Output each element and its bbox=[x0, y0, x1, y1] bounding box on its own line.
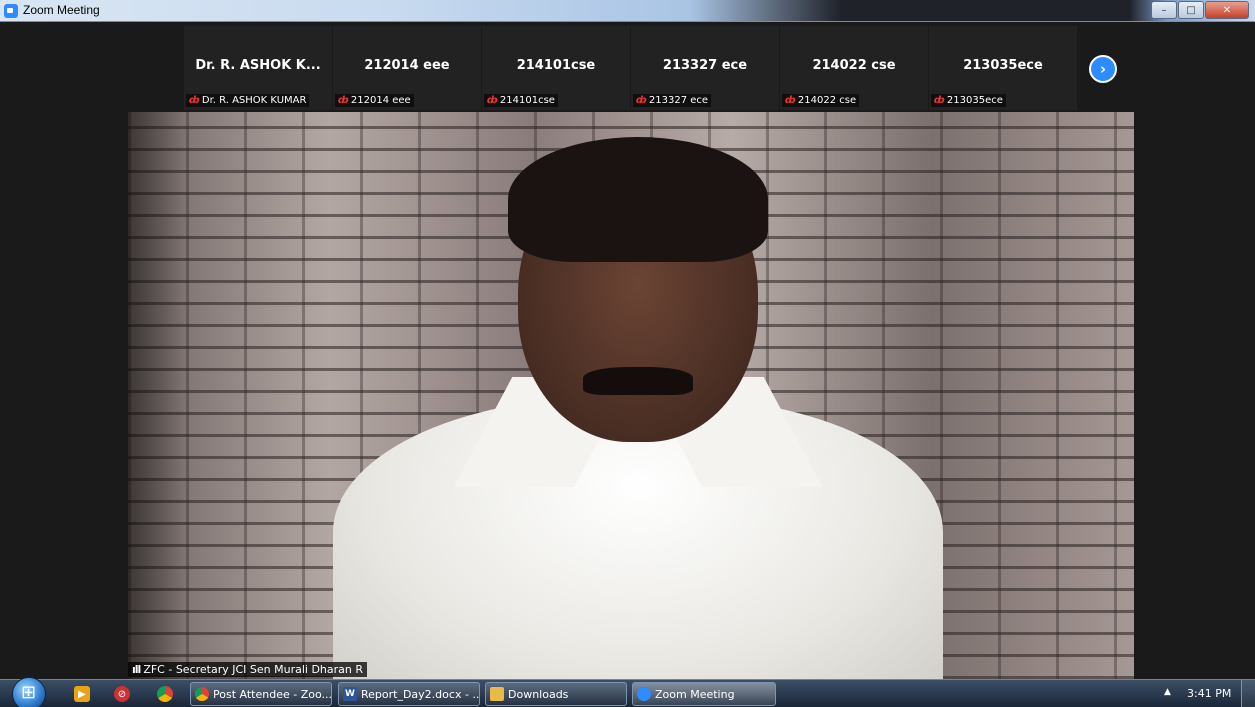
taskbar-item-post-attendee[interactable]: Post Attendee - Zoo... bbox=[190, 682, 332, 706]
show-desktop-button[interactable] bbox=[1241, 680, 1255, 707]
video-shadow-left bbox=[128, 112, 188, 679]
muted-mic-icon: ȸ bbox=[487, 95, 498, 106]
gallery-next-button[interactable]: › bbox=[1089, 55, 1117, 83]
participant-tile[interactable]: 214022 cse ȸ 214022 cse bbox=[780, 26, 928, 110]
meeting-area: Dr. R. ASHOK K... ȸ Dr. R. ASHOK KUMAR 21… bbox=[0, 22, 1255, 679]
folder-icon bbox=[490, 687, 504, 701]
gallery-strip: Dr. R. ASHOK K... ȸ Dr. R. ASHOK KUMAR 21… bbox=[184, 26, 1078, 110]
participant-label: ȸ 214101cse bbox=[484, 94, 558, 107]
active-speaker-video bbox=[128, 112, 1134, 679]
chevron-right-icon: › bbox=[1099, 60, 1107, 78]
speaker-mustache bbox=[583, 367, 693, 395]
taskbar-item-zoom-meeting[interactable]: Zoom Meeting bbox=[632, 682, 776, 706]
participant-label: ȸ 213327 ece bbox=[633, 94, 712, 107]
chrome-icon bbox=[195, 687, 209, 701]
muted-mic-icon: ȸ bbox=[189, 95, 200, 106]
zoom-app-icon bbox=[4, 4, 18, 18]
speaker-name-label: ıll ZFC - Secretary JCI Sen Murali Dharan… bbox=[128, 662, 368, 677]
taskbar-item-downloads[interactable]: Downloads bbox=[485, 682, 627, 706]
media-player-icon[interactable]: ▶ bbox=[74, 686, 90, 702]
muted-mic-icon: ȸ bbox=[636, 95, 647, 106]
participant-tile[interactable]: 213327 ece ȸ 213327 ece bbox=[631, 26, 779, 110]
muted-mic-icon: ȸ bbox=[934, 95, 945, 106]
participant-tile[interactable]: 214101cse ȸ 214101cse bbox=[482, 26, 630, 110]
participant-name: 214022 cse bbox=[812, 58, 896, 73]
participant-name: 212014 eee bbox=[364, 58, 450, 73]
close-button[interactable]: ✕ bbox=[1205, 1, 1249, 19]
participant-name: Dr. R. ASHOK K... bbox=[195, 58, 321, 73]
browser-icon[interactable]: ⊘ bbox=[114, 686, 130, 702]
participant-label: ȸ 214022 cse bbox=[782, 94, 860, 107]
participant-name: 213327 ece bbox=[662, 58, 748, 73]
muted-mic-icon: ȸ bbox=[338, 95, 349, 106]
participant-label: ȸ 212014 eee bbox=[335, 94, 414, 107]
window-title: Zoom Meeting bbox=[23, 3, 100, 17]
participant-name: 213035ece bbox=[963, 58, 1043, 73]
taskbar-item-report-docx[interactable]: W Report_Day2.docx - ... bbox=[338, 682, 480, 706]
chrome-icon[interactable] bbox=[157, 686, 173, 702]
participant-label: ȸ Dr. R. ASHOK KUMAR bbox=[186, 94, 310, 107]
maximize-button[interactable]: □ bbox=[1178, 1, 1204, 19]
muted-mic-icon: ȸ bbox=[785, 95, 796, 106]
taskbar: ▶ ⊘ Post Attendee - Zoo... WReport_Day2.… bbox=[0, 677, 1255, 707]
taskbar-clock[interactable]: 3:41 PM bbox=[1187, 687, 1231, 700]
minimize-button[interactable]: – bbox=[1151, 1, 1177, 19]
tray-expand-icon[interactable]: ▲ bbox=[1164, 687, 1171, 697]
participant-tile[interactable]: Dr. R. ASHOK K... ȸ Dr. R. ASHOK KUMAR bbox=[184, 26, 332, 110]
zoom-icon bbox=[637, 687, 651, 701]
signal-strength-icon: ıll bbox=[132, 663, 141, 676]
participant-tile[interactable]: 213035ece ȸ 213035ece bbox=[929, 26, 1077, 110]
participant-label: ȸ 213035ece bbox=[931, 94, 1006, 107]
participant-name: 214101cse bbox=[516, 58, 596, 73]
participant-tile[interactable]: 212014 eee ȸ 212014 eee bbox=[333, 26, 481, 110]
word-icon: W bbox=[343, 687, 357, 701]
start-button[interactable] bbox=[12, 677, 46, 707]
title-bar: Zoom Meeting – □ ✕ bbox=[0, 0, 1255, 22]
speaker-hair bbox=[508, 137, 768, 262]
window-controls: – □ ✕ bbox=[1150, 1, 1249, 19]
